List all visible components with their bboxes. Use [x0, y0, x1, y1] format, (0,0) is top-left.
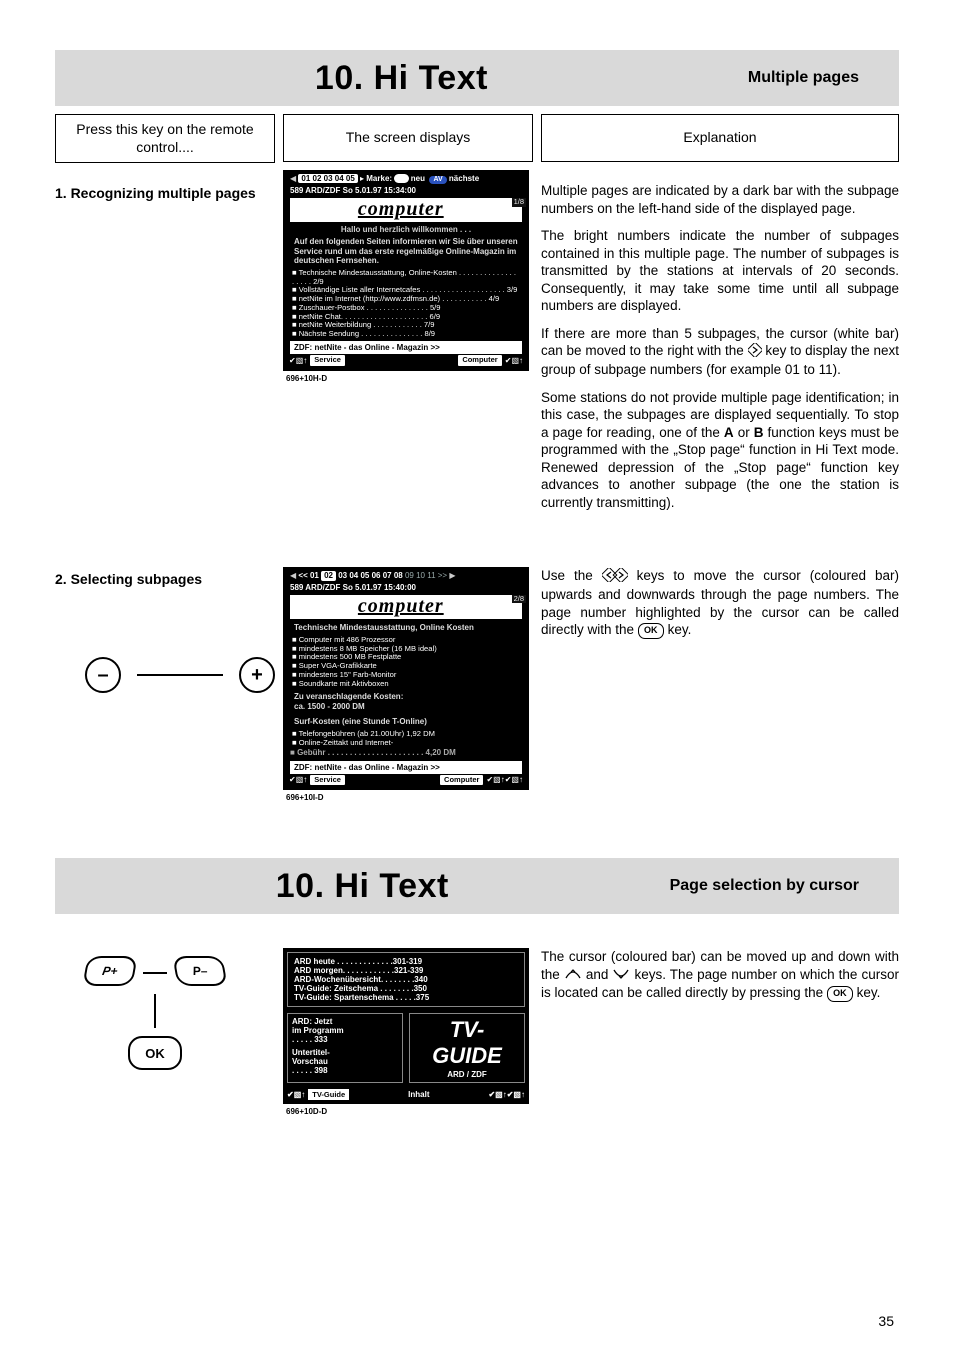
expl-p1: Multiple pages are indicated by a dark b… [541, 182, 899, 217]
ttx2-subpage-bar: ◀ << 01 02 03 04 05 06 07 08 09 10 11 >>… [286, 570, 526, 581]
cursor-down-icon [612, 967, 630, 985]
step-2-label: 2. Selecting subpages [55, 571, 275, 587]
section-subtitle-1: Multiple pages [748, 69, 899, 87]
remote-cursor-group: P+ P– OK [55, 956, 255, 1070]
p-minus-button[interactable]: P– [172, 956, 227, 986]
ttx1-header: 589 ARD/ZDF So 5.01.97 15:34:00 [286, 185, 526, 196]
col-header-screen: The screen displays [283, 114, 533, 162]
section-header-2: 10. Hi Text Page selection by cursor [55, 858, 899, 914]
minus-button[interactable]: – [85, 657, 121, 693]
section-title-1: 10. Hi Text [55, 59, 748, 98]
expl-p3: If there are more than 5 subpages, the c… [541, 325, 899, 379]
tvguide-box-right: TV- GUIDE ARD / ZDF [409, 1013, 525, 1083]
p-plus-button[interactable]: P+ [82, 956, 137, 986]
ok-button[interactable]: OK [128, 1036, 182, 1070]
teletext-screen-2: ◀ << 01 02 03 04 05 06 07 08 09 10 11 >>… [283, 567, 529, 790]
connector-line [137, 674, 223, 676]
ttx2-banner: computer [290, 595, 522, 619]
col-header-expl: Explanation [541, 114, 899, 162]
section-header-1: 10. Hi Text Multiple pages [55, 50, 899, 106]
remote-minus-plus: – + [85, 657, 275, 693]
expl-p2: The bright numbers indicate the number o… [541, 227, 899, 315]
cursor-right-icon [748, 343, 762, 362]
page-number: 35 [878, 1313, 894, 1329]
cursor-left-right-icon [602, 568, 628, 587]
ttx1-banner: computer [290, 198, 522, 222]
ttx1-subpage-bar: ◀ 01 02 03 04 05 ▸ Marke: neu AV nächste [286, 173, 526, 185]
tvguide-caption: 696+10D-D [286, 1107, 533, 1116]
cursor-up-icon [564, 967, 582, 985]
tvguide-screen: ARD heute . . . . . . . . . . . . .301-3… [283, 948, 529, 1104]
tvguide-box-left: ARD: Jetzt im Programm . . . . . 333 Unt… [287, 1013, 403, 1083]
plus-button[interactable]: + [239, 657, 275, 693]
expl2-p1: Use the keys to move the cursor (coloure… [541, 567, 899, 638]
step-1-label: 1. Recognizing multiple pages [55, 185, 275, 201]
tvguide-list: ARD heute . . . . . . . . . . . . .301-3… [287, 952, 525, 1007]
expl3-p1: The cursor (coloured bar) can be moved u… [541, 948, 899, 1001]
ttx1-caption: 696+10H-D [286, 374, 533, 383]
ttx1-menu: Technische Mindestausstattung, Online-Ko… [286, 269, 526, 339]
col-header-remote: Press this key on the remote control.... [55, 114, 275, 163]
ok-key-icon: OK [638, 623, 664, 639]
expl-p4: Some stations do not provide multiple pa… [541, 389, 899, 512]
section-title-2: 10. Hi Text [55, 867, 670, 906]
ok-key-icon-2: OK [827, 986, 853, 1002]
ttx2-caption: 696+10I-D [286, 793, 533, 802]
teletext-screen-1: ◀ 01 02 03 04 05 ▸ Marke: neu AV nächste… [283, 170, 529, 371]
section-subtitle-2: Page selection by cursor [670, 877, 899, 895]
